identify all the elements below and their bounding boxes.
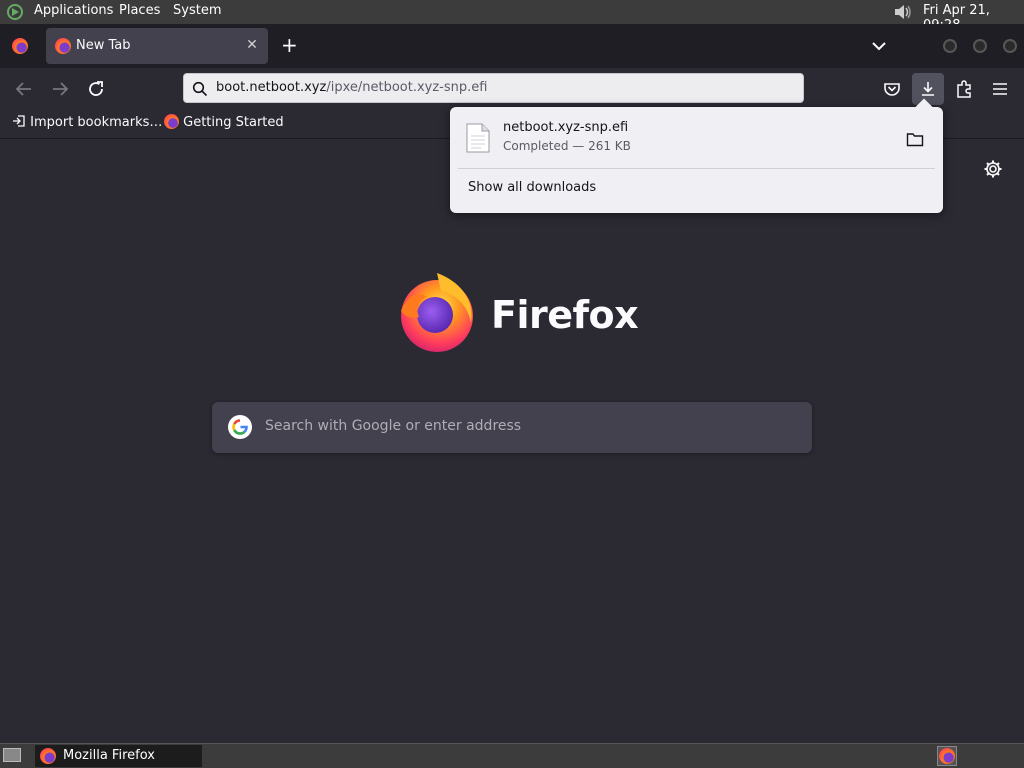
speaker-icon[interactable] — [893, 3, 913, 21]
close-window-button[interactable] — [1003, 39, 1017, 53]
places-menu[interactable]: Places — [119, 3, 160, 18]
bookmark-getting-started[interactable]: Getting Started — [164, 114, 284, 130]
minimize-window-button[interactable] — [943, 39, 957, 53]
firefox-wordmark: Firefox — [491, 293, 639, 337]
import-icon — [13, 115, 25, 127]
tab-title: New Tab — [76, 38, 131, 53]
firefox-icon — [40, 748, 56, 764]
download-icon — [922, 82, 934, 96]
maximize-window-button[interactable] — [973, 39, 987, 53]
firefox-icon — [939, 748, 955, 764]
search-icon — [192, 81, 208, 97]
google-icon — [228, 415, 252, 439]
firefox-view-icon[interactable] — [12, 38, 28, 54]
divider — [458, 168, 935, 169]
downloads-button[interactable] — [912, 73, 944, 105]
bookmark-label: Getting Started — [183, 115, 284, 130]
pocket-icon[interactable] — [880, 77, 904, 101]
gnome-logo-icon[interactable] — [7, 4, 23, 20]
firefox-icon — [164, 114, 179, 129]
download-file-name: netboot.xyz-snp.efi — [503, 120, 629, 135]
tab-strip: New Tab ✕ + — [0, 24, 1024, 68]
list-all-tabs-icon[interactable] — [871, 38, 887, 54]
new-tab-button[interactable]: + — [281, 35, 298, 55]
tray-firefox-icon[interactable] — [937, 746, 957, 766]
gear-icon[interactable] — [983, 159, 1003, 179]
forward-icon[interactable] — [48, 77, 72, 101]
close-tab-icon[interactable]: ✕ — [244, 37, 260, 53]
taskbar-window-label: Mozilla Firefox — [63, 748, 155, 763]
system-menu[interactable]: System — [173, 3, 221, 18]
file-icon — [466, 123, 490, 153]
newtab-search-box[interactable]: Search with Google or enter address — [212, 402, 812, 453]
firefox-logo: Firefox — [397, 271, 639, 357]
taskbar-window-firefox[interactable]: Mozilla Firefox — [35, 745, 202, 767]
folder-icon[interactable] — [906, 131, 924, 147]
menu-icon[interactable] — [988, 77, 1012, 101]
back-icon[interactable] — [12, 77, 36, 101]
bookmark-label: Import bookmarks… — [30, 115, 163, 130]
bottom-taskbar: Mozilla Firefox — [0, 743, 1024, 768]
url-host: boot.netboot.xyz — [216, 80, 327, 95]
firefox-icon — [55, 38, 71, 54]
tab-new-tab[interactable]: New Tab ✕ — [46, 28, 268, 64]
bookmark-import[interactable]: Import bookmarks… — [12, 114, 162, 130]
extensions-icon[interactable] — [952, 77, 976, 101]
url-path: /ipxe/netboot.xyz-snp.efi — [326, 80, 488, 95]
nav-toolbar: boot.netboot.xyz/ipxe/netboot.xyz-snp.ef… — [0, 68, 1024, 110]
show-desktop-icon[interactable] — [3, 748, 21, 762]
url-text[interactable]: boot.netboot.xyz/ipxe/netboot.xyz-snp.ef… — [216, 80, 487, 95]
top-panel: Applications Places System Fri Apr 21, 0… — [0, 0, 1024, 33]
search-placeholder: Search with Google or enter address — [265, 418, 522, 434]
url-bar[interactable]: boot.netboot.xyz/ipxe/netboot.xyz-snp.ef… — [183, 73, 804, 103]
download-status: Completed — 261 KB — [503, 139, 631, 153]
applications-menu[interactable]: Applications — [34, 3, 113, 18]
downloads-panel: netboot.xyz-snp.efi Completed — 261 KB S… — [450, 98, 943, 213]
show-all-downloads-button[interactable]: Show all downloads — [468, 180, 596, 195]
reload-icon[interactable] — [84, 77, 108, 101]
firefox-logo-icon — [401, 273, 473, 352]
new-tab-page: Firefox Search with Google or enter addr… — [0, 139, 1024, 743]
